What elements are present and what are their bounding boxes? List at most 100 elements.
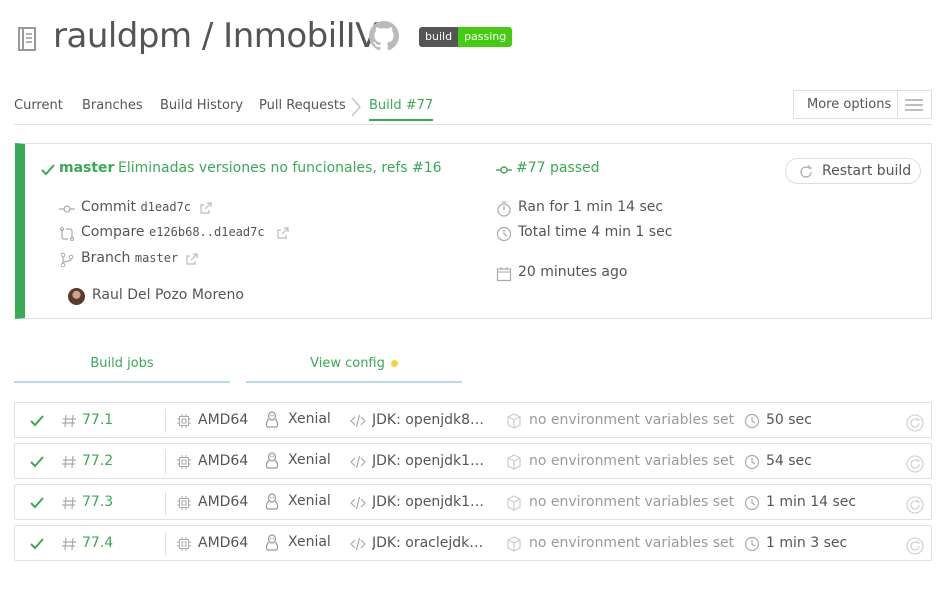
box-icon xyxy=(506,454,522,470)
check-icon xyxy=(29,454,45,470)
restart-icon xyxy=(798,164,814,180)
tab-build-jobs[interactable]: Build jobs xyxy=(14,356,230,383)
clock-icon xyxy=(744,454,760,470)
external-link-icon[interactable] xyxy=(185,252,201,268)
job-row-divider xyxy=(165,409,166,433)
repo-icon xyxy=(17,27,37,51)
job-duration: 50 sec xyxy=(766,412,812,428)
job-os: Xenial xyxy=(288,493,331,509)
job-arch: AMD64 xyxy=(198,412,249,428)
repo-title-separator: / xyxy=(191,16,224,56)
job-duration: 54 sec xyxy=(766,453,812,469)
stopwatch-icon xyxy=(496,201,512,217)
job-row[interactable]: 77.4 AMD64 Xenial JDK: oraclejdk… no env… xyxy=(14,525,932,561)
compare-row[interactable]: Compare e126b68..d1ead7c xyxy=(81,224,265,240)
box-icon xyxy=(506,413,522,429)
job-env: no environment variables set xyxy=(529,535,735,551)
branch-row[interactable]: Branch master xyxy=(81,250,178,266)
code-icon xyxy=(350,454,366,470)
more-options-label: More options xyxy=(807,97,892,112)
restart-build-label: Restart build xyxy=(822,163,912,179)
build-status-badge[interactable]: build passing xyxy=(419,27,513,47)
finished-ago: 20 minutes ago xyxy=(518,264,628,280)
tab-build-history[interactable]: Build History xyxy=(160,98,243,113)
build-branch[interactable]: master xyxy=(59,160,114,176)
linux-icon xyxy=(264,452,280,469)
hash-icon xyxy=(61,454,77,470)
tab-current[interactable]: Current xyxy=(14,98,63,113)
hamburger-menu-icon xyxy=(905,98,923,112)
branch-name[interactable]: master xyxy=(135,251,178,265)
repo-title: rauldpm / InmobilIV xyxy=(53,16,378,56)
code-icon xyxy=(350,495,366,511)
check-icon xyxy=(29,413,45,429)
badge-status: passing xyxy=(458,27,513,47)
restart-job-icon[interactable] xyxy=(906,414,924,432)
job-duration: 1 min 14 sec xyxy=(766,494,857,510)
cpu-icon xyxy=(176,536,192,552)
github-icon[interactable] xyxy=(369,21,399,51)
cpu-icon xyxy=(176,413,192,429)
total-time: Total time 4 min 1 sec xyxy=(518,224,673,240)
cpu-icon xyxy=(176,495,192,511)
tab-view-config[interactable]: View config xyxy=(246,356,462,383)
tab-branches[interactable]: Branches xyxy=(82,98,143,113)
job-number[interactable]: 77.4 xyxy=(82,535,113,551)
more-options-button[interactable]: More options xyxy=(793,90,932,119)
avatar xyxy=(68,288,85,305)
linux-icon xyxy=(264,493,280,510)
cpu-icon xyxy=(176,454,192,470)
clock-icon xyxy=(744,495,760,511)
job-jdk: JDK: openjdk8 … xyxy=(372,412,484,428)
job-row[interactable]: 77.3 AMD64 Xenial JDK: openjdk1… no envi… xyxy=(14,484,932,520)
badge-label: build xyxy=(419,27,459,47)
author-name: Raul Del Pozo Moreno xyxy=(92,287,244,303)
commit-label: Commit xyxy=(81,199,136,215)
restart-build-button[interactable]: Restart build xyxy=(785,158,921,184)
code-icon xyxy=(350,536,366,552)
tab-pull-requests[interactable]: Pull Requests xyxy=(259,98,346,113)
more-options-divider xyxy=(897,91,898,118)
check-icon xyxy=(29,495,45,511)
commit-row[interactable]: Commit d1ead7c xyxy=(81,199,191,215)
check-icon xyxy=(29,536,45,552)
box-icon xyxy=(506,536,522,552)
job-number[interactable]: 77.1 xyxy=(82,412,113,428)
build-summary-card: master Eliminadas versiones no funcional… xyxy=(15,143,932,319)
compare-range[interactable]: e126b68..d1ead7c xyxy=(149,225,265,239)
build-status[interactable]: #77 passed xyxy=(516,160,600,176)
ran-for: Ran for 1 min 14 sec xyxy=(518,199,664,215)
job-env: no environment variables set xyxy=(529,494,735,510)
tab-build-77[interactable]: Build #77 xyxy=(369,98,434,121)
tab-view-config-label: View config xyxy=(310,356,385,371)
job-number[interactable]: 77.3 xyxy=(82,494,113,510)
compare-icon xyxy=(59,226,75,242)
external-link-icon[interactable] xyxy=(199,201,215,217)
compare-label: Compare xyxy=(81,224,145,240)
config-status-dot xyxy=(390,360,398,367)
job-jdk: JDK: openjdk1… xyxy=(372,494,484,510)
build-status-icon xyxy=(496,162,512,178)
job-duration: 1 min 3 sec xyxy=(766,535,848,551)
job-number[interactable]: 77.2 xyxy=(82,453,113,469)
restart-job-icon[interactable] xyxy=(906,455,924,473)
box-icon xyxy=(506,495,522,511)
job-os: Xenial xyxy=(288,411,331,427)
job-row[interactable]: 77.2 AMD64 Xenial JDK: openjdk1… no envi… xyxy=(14,443,932,479)
external-link-icon[interactable] xyxy=(276,226,292,242)
chevron-right-icon xyxy=(350,97,362,117)
clock-icon xyxy=(744,413,760,429)
job-row-divider xyxy=(165,450,166,474)
job-arch: AMD64 xyxy=(198,494,249,510)
restart-job-icon[interactable] xyxy=(906,496,924,514)
hash-icon xyxy=(61,495,77,511)
commit-message: Eliminadas versiones no funcionales, ref… xyxy=(118,160,442,176)
hash-icon xyxy=(61,536,77,552)
restart-job-icon[interactable] xyxy=(906,537,924,555)
linux-icon xyxy=(264,411,280,428)
job-row[interactable]: 77.1 AMD64 Xenial JDK: openjdk8 … no env… xyxy=(14,402,932,438)
commit-sha[interactable]: d1ead7c xyxy=(140,200,191,214)
commit-icon xyxy=(59,201,75,217)
repo-owner-link[interactable]: rauldpm xyxy=(53,16,192,56)
repo-name-link[interactable]: InmobilIV xyxy=(223,16,378,56)
